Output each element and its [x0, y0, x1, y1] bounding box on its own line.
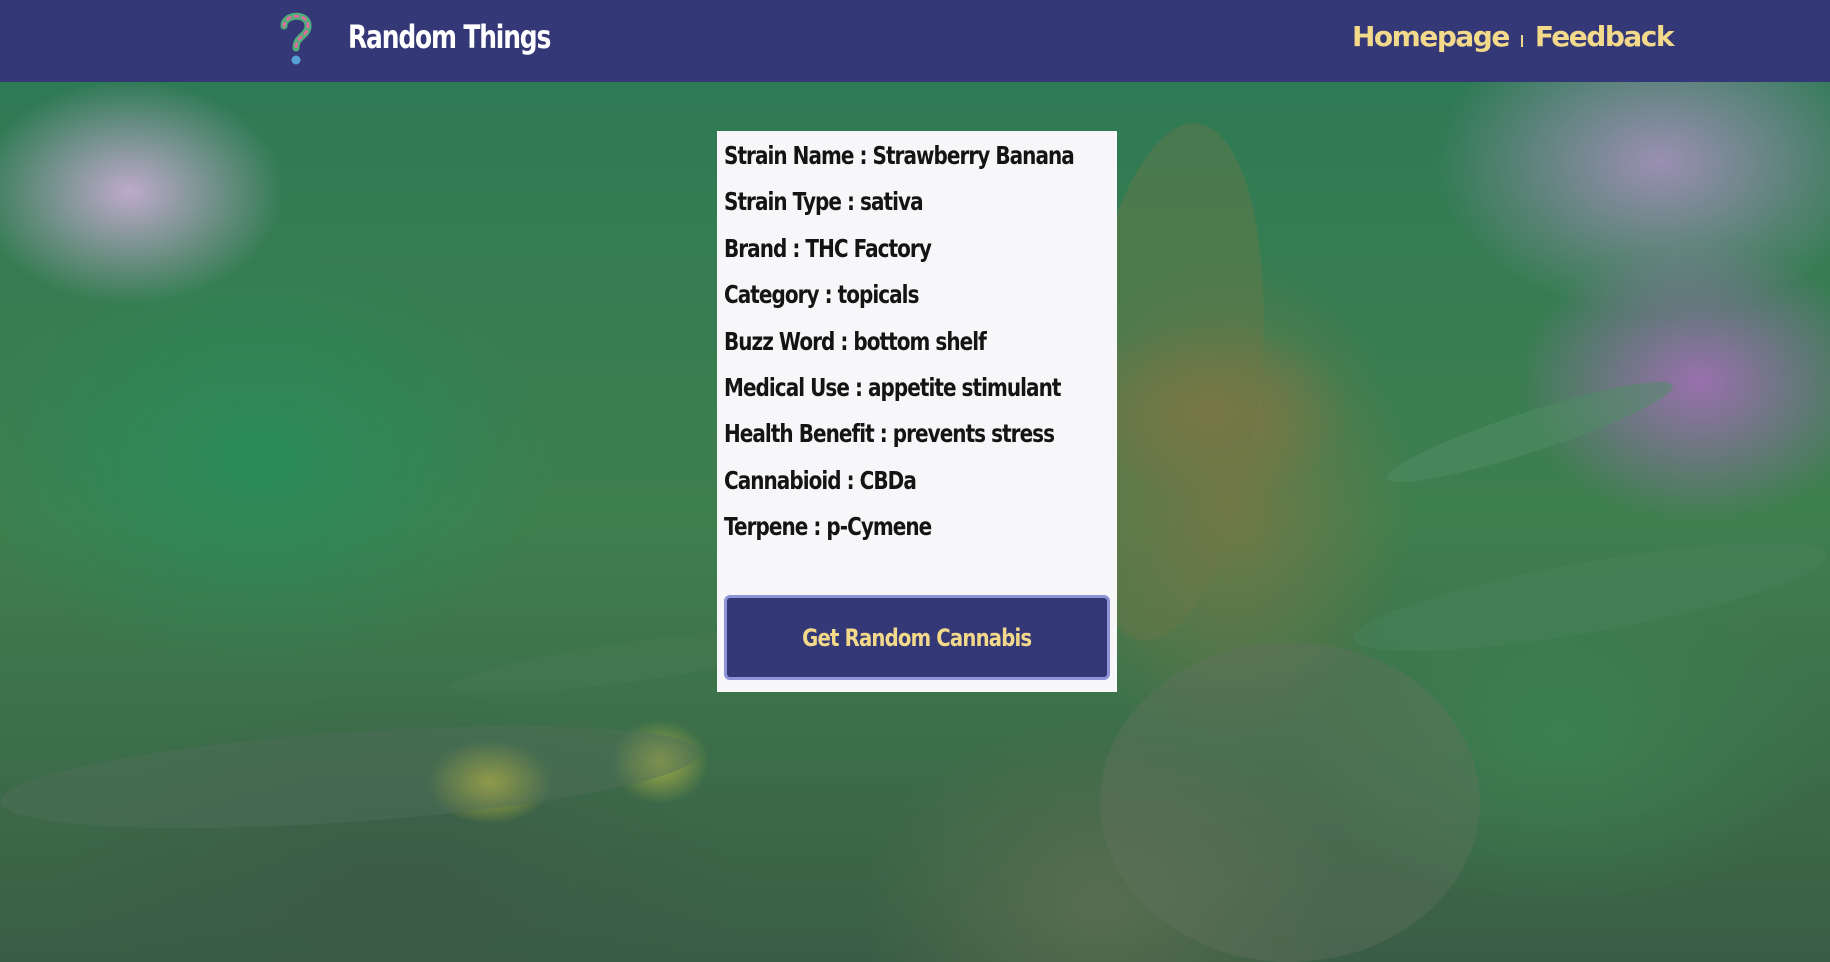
strain-type-line: Strain Type : sativa: [724, 187, 924, 216]
navbar: Random Things Homepage Feedback: [0, 0, 1830, 82]
nav-link-homepage[interactable]: Homepage: [1352, 20, 1510, 53]
strain-name-line: Strain Name : Strawberry Banana: [724, 141, 1075, 170]
brand-line: Brand : THC Factory: [724, 234, 932, 263]
nav-link-feedback[interactable]: Feedback: [1535, 20, 1675, 53]
question-mark-icon[interactable]: [276, 10, 316, 68]
get-random-cannabis-button[interactable]: Get Random Cannabis: [724, 595, 1110, 680]
buzz-word-line: Buzz Word : bottom shelf: [724, 327, 987, 356]
health-benefit-line: Health Benefit : prevents stress: [724, 419, 1055, 448]
medical-use-line: Medical Use : appetite stimulant: [724, 373, 1061, 402]
page: Random Things Homepage Feedback Strain N…: [0, 0, 1830, 962]
brand-title[interactable]: Random Things: [348, 18, 551, 56]
nav-links: Homepage Feedback: [1352, 20, 1675, 53]
terpene-line: Terpene : p-Cymene: [724, 512, 932, 541]
get-random-cannabis-button-label: Get Random Cannabis: [802, 623, 1032, 652]
category-line: Category : topicals: [724, 280, 919, 309]
cannabis-info-card: Strain Name : Strawberry Banana Strain T…: [717, 131, 1117, 692]
cannabinoid-line: Cannabioid : CBDa: [724, 466, 917, 495]
nav-separator: [1520, 34, 1523, 47]
